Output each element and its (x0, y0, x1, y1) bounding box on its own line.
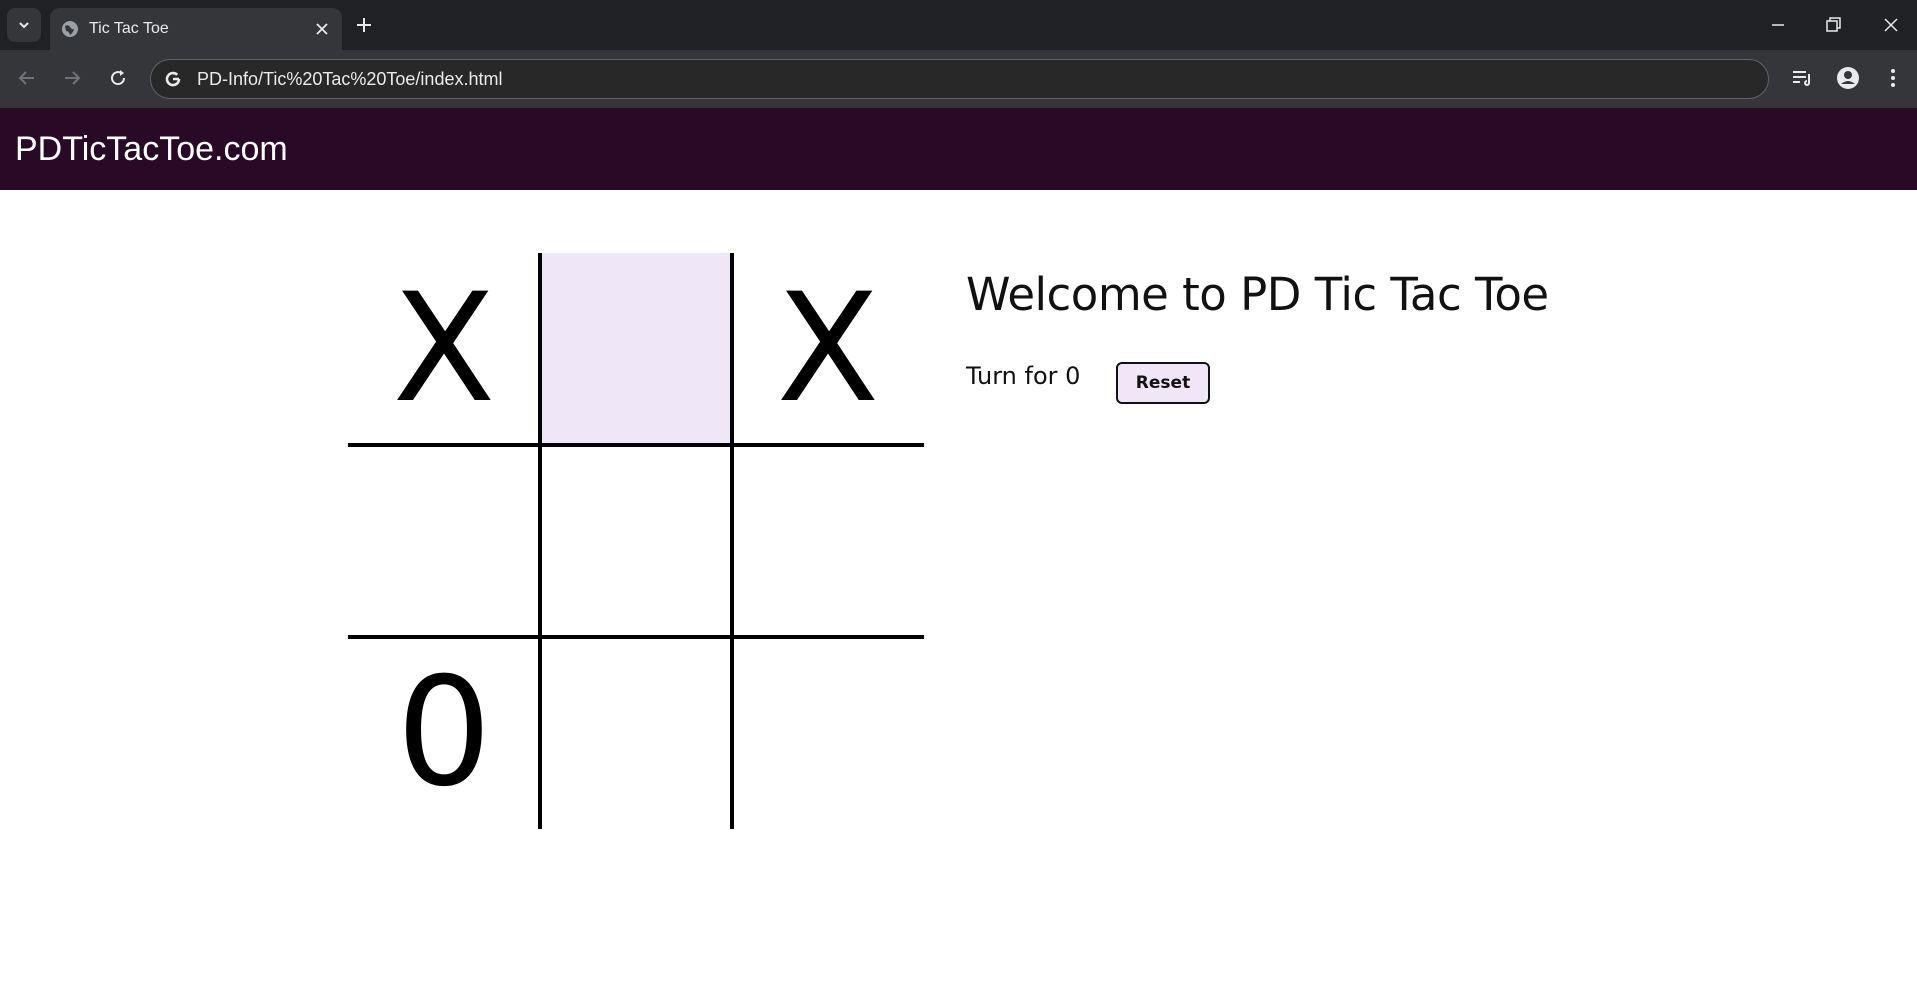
reset-button[interactable]: Reset (1116, 362, 1210, 404)
forward-arrow-icon[interactable] (60, 66, 84, 90)
grid-line-vertical-2 (730, 253, 734, 829)
game-board: X X 0 (348, 253, 924, 829)
info-panel: Welcome to PD Tic Tac Toe Turn for 0 Res… (966, 268, 1549, 404)
board-cell-2-1[interactable] (540, 637, 732, 829)
tab-search-button[interactable] (7, 8, 41, 42)
turn-indicator: Turn for 0 (966, 362, 1081, 390)
grid-line-vertical-1 (538, 253, 542, 829)
url-text: PD-Info/Tic%20Tac%20Toe/index.html (197, 69, 503, 89)
reload-icon[interactable] (106, 66, 130, 90)
board-cell-1-2[interactable] (732, 445, 924, 637)
browser-tab[interactable]: Tic Tac Toe (50, 8, 342, 50)
minimize-icon[interactable] (1766, 13, 1790, 37)
browser-tab-strip: Tic Tac Toe (0, 0, 1917, 50)
board-cell-2-2[interactable] (732, 637, 924, 829)
profile-avatar-icon[interactable] (1835, 65, 1861, 91)
site-header: PDTicTacToe.com (0, 108, 1917, 190)
board-cell-0-2[interactable]: X (732, 253, 924, 445)
google-icon (165, 71, 181, 87)
grid-line-horizontal-2 (348, 635, 924, 639)
board-cell-0-1[interactable] (540, 253, 732, 445)
globe-icon (62, 21, 78, 37)
board-cell-1-0[interactable] (348, 445, 540, 637)
close-window-icon[interactable] (1879, 13, 1903, 37)
reading-list-icon[interactable] (1789, 65, 1815, 91)
site-title[interactable]: PDTicTacToe.com (15, 130, 288, 169)
back-arrow-icon[interactable] (15, 66, 39, 90)
welcome-heading: Welcome to PD Tic Tac Toe (966, 268, 1549, 321)
address-bar[interactable]: PD-Info/Tic%20Tac%20Toe/index.html (150, 59, 1769, 99)
browser-toolbar: PD-Info/Tic%20Tac%20Toe/index.html (0, 50, 1917, 108)
grid-line-horizontal-1 (348, 443, 924, 447)
new-tab-plus-icon[interactable] (354, 15, 374, 35)
board-cell-1-1[interactable] (540, 445, 732, 637)
kebab-menu-icon[interactable] (1880, 65, 1906, 91)
tab-title: Tic Tac Toe (89, 20, 169, 37)
chevron-down-icon (19, 22, 29, 29)
close-icon[interactable] (314, 21, 330, 37)
board-cell-0-0[interactable]: X (348, 253, 540, 445)
board-cell-2-0[interactable]: 0 (348, 637, 540, 829)
restore-icon[interactable] (1821, 13, 1845, 37)
